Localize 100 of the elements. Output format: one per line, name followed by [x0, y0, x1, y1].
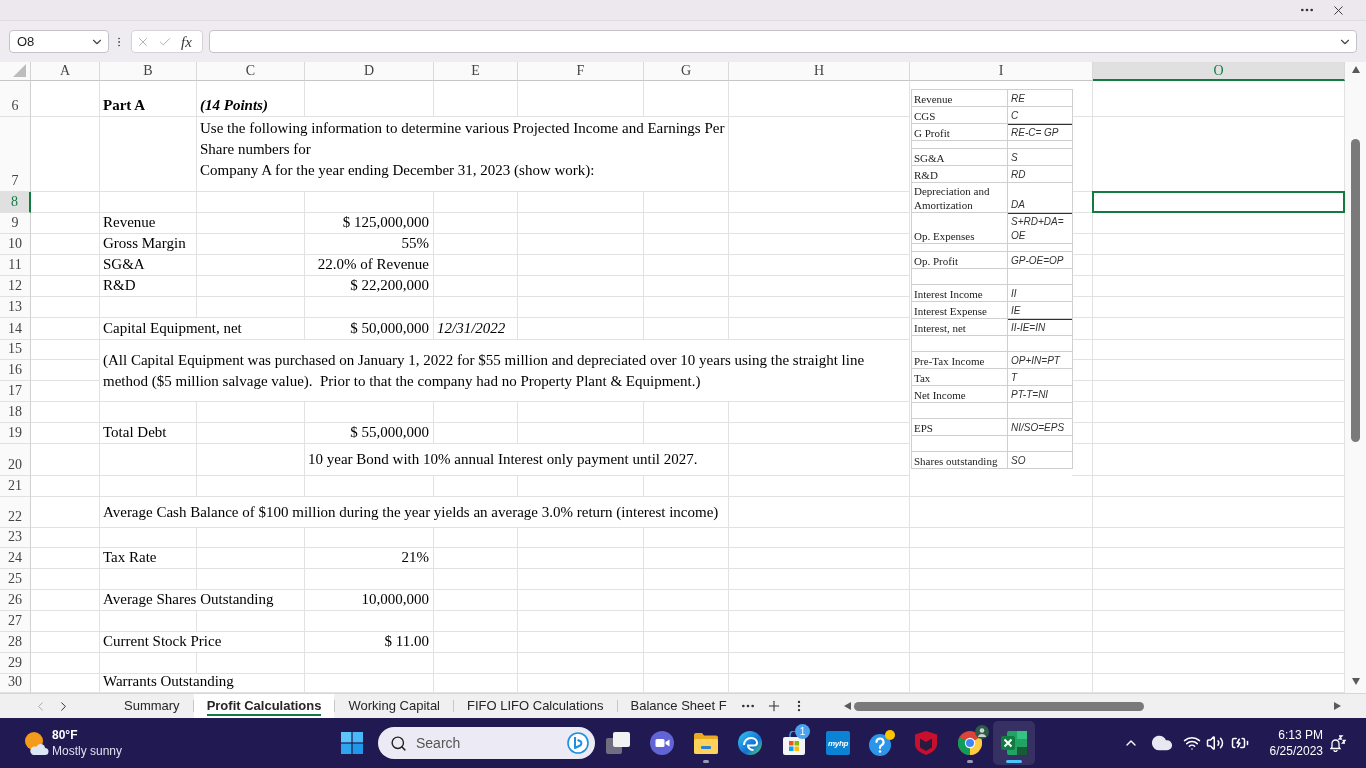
- row-header[interactable]: 29: [0, 653, 31, 674]
- sheet-cell[interactable]: [434, 402, 518, 423]
- sheet-cell[interactable]: [31, 340, 100, 360]
- sheet-cell[interactable]: [910, 653, 1093, 674]
- sheet-cell[interactable]: [1072, 81, 1093, 117]
- sheet-cell[interactable]: [434, 81, 518, 117]
- clock-date[interactable]: 6/25/2023: [1269, 743, 1323, 759]
- sheet-cell[interactable]: [100, 444, 197, 476]
- column-header[interactable]: D: [305, 62, 434, 81]
- row-header[interactable]: 16: [0, 360, 31, 381]
- sheet-cell[interactable]: [518, 611, 644, 632]
- sheet-cell[interactable]: Warrants Outstanding: [100, 674, 305, 693]
- sheet-cell[interactable]: [644, 213, 729, 234]
- sheet-cell[interactable]: [729, 81, 910, 117]
- sheet-cell[interactable]: [31, 653, 100, 674]
- sheet-cell[interactable]: [1093, 297, 1345, 318]
- sheet-cell[interactable]: [1093, 476, 1345, 497]
- sheet-cell[interactable]: [644, 192, 729, 213]
- selected-cell[interactable]: [1092, 191, 1345, 213]
- search-field[interactable]: Search: [378, 727, 595, 759]
- sheet-cell[interactable]: [644, 569, 729, 590]
- sheet-cell[interactable]: [518, 674, 644, 693]
- sheet-cell[interactable]: Average Cash Balance of $100 million during the year yields an average 3.0% return (interest income): [100, 497, 729, 528]
- sheet-cell[interactable]: Use the following information to determine various Projected Income and Earnings Per Share numbers for Company A for the year ending December 31, 2023 (show work):: [197, 117, 729, 192]
- sheet-cell[interactable]: [644, 318, 729, 340]
- row-header[interactable]: 24: [0, 548, 31, 569]
- sheet-cell[interactable]: [100, 117, 197, 192]
- sheet-cell[interactable]: [31, 548, 100, 569]
- row-header[interactable]: 13: [0, 297, 31, 318]
- column-header[interactable]: O: [1093, 62, 1345, 81]
- sheet-cell[interactable]: [910, 590, 1093, 611]
- sheet-cell[interactable]: [31, 192, 100, 213]
- sheet-cell[interactable]: Current Stock Price: [100, 632, 305, 653]
- bell-icon[interactable]: [1330, 734, 1346, 752]
- sheet-cell[interactable]: [100, 402, 197, 423]
- sheet-cell[interactable]: [31, 381, 100, 402]
- sheet-cell[interactable]: [1093, 423, 1345, 444]
- sheet-cell[interactable]: [729, 192, 910, 213]
- sheet-tab[interactable]: Profit Calculations: [193, 694, 335, 718]
- clock-time[interactable]: 6:13 PM: [1278, 727, 1323, 743]
- sheet-cell[interactable]: [305, 653, 434, 674]
- sheet-cell[interactable]: [197, 255, 305, 276]
- sheet-cell[interactable]: [644, 632, 729, 653]
- sheet-cell[interactable]: $ 125,000,000: [305, 213, 434, 234]
- sheet-cell[interactable]: [100, 528, 197, 548]
- sheet-cell[interactable]: [100, 476, 197, 497]
- sheet-cell[interactable]: [729, 569, 910, 590]
- sheet-cell[interactable]: [518, 297, 644, 318]
- row-header[interactable]: 14: [0, 318, 31, 340]
- sheet-cell[interactable]: [1072, 117, 1093, 192]
- sheet-cell[interactable]: [31, 423, 100, 444]
- sheet-cell[interactable]: [100, 297, 197, 318]
- insert-function-button[interactable]: fx: [180, 32, 193, 51]
- sheet-cell[interactable]: $ 55,000,000: [305, 423, 434, 444]
- sheet-cell[interactable]: [100, 653, 197, 674]
- sheet-cell[interactable]: [518, 234, 644, 255]
- row-header[interactable]: 6: [0, 81, 31, 117]
- sheet-cell[interactable]: [1093, 213, 1345, 234]
- sheet-cell[interactable]: [518, 276, 644, 297]
- row-header[interactable]: 21: [0, 476, 31, 497]
- sheet-cell[interactable]: [305, 674, 434, 693]
- sheet-cell[interactable]: [197, 423, 305, 444]
- sheet-cell[interactable]: [644, 611, 729, 632]
- row-header[interactable]: 23: [0, 528, 31, 548]
- sheet-cell[interactable]: 55%: [305, 234, 434, 255]
- sheet-cell[interactable]: SG&A: [100, 255, 197, 276]
- taskbar-app-button[interactable]: [993, 721, 1035, 765]
- sheet-cell[interactable]: 12/31/2022: [434, 318, 518, 340]
- sheet-cell[interactable]: [31, 528, 100, 548]
- volume-icon[interactable]: [1206, 734, 1224, 752]
- sheet-cell[interactable]: [1072, 255, 1093, 276]
- sheet-cell[interactable]: [1093, 497, 1345, 528]
- sheet-cell[interactable]: $ 11.00: [305, 632, 434, 653]
- row-header[interactable]: 9: [0, 213, 31, 234]
- sheet-cell[interactable]: [1093, 318, 1345, 340]
- sheet-cell[interactable]: [305, 402, 434, 423]
- sheet-cell[interactable]: [305, 192, 434, 213]
- sheet-cell[interactable]: [197, 476, 305, 497]
- row-header[interactable]: 12: [0, 276, 31, 297]
- sheet-cell[interactable]: [644, 276, 729, 297]
- sheet-cell[interactable]: [910, 674, 1093, 693]
- sheet-cell[interactable]: [644, 476, 729, 497]
- sheet-cell[interactable]: [729, 234, 910, 255]
- sheet-cell[interactable]: [729, 674, 910, 693]
- sheet-cell[interactable]: [197, 213, 305, 234]
- bubble-logo-icon[interactable]: [567, 732, 589, 754]
- sheet-cell[interactable]: [1093, 381, 1345, 402]
- sheet-cell[interactable]: [644, 81, 729, 117]
- sheet-cell[interactable]: [31, 255, 100, 276]
- sheet-cell[interactable]: [644, 423, 729, 444]
- sheet-cell[interactable]: [729, 528, 910, 548]
- sheet-cell[interactable]: [644, 297, 729, 318]
- row-header[interactable]: 15: [0, 340, 31, 360]
- sheet-cell[interactable]: [644, 548, 729, 569]
- sheet-cell[interactable]: [910, 569, 1093, 590]
- sheet-cell[interactable]: Tax Rate: [100, 548, 197, 569]
- sheet-cell[interactable]: Capital Equipment, net: [100, 318, 305, 340]
- sheet-cell[interactable]: [518, 548, 644, 569]
- sheet-cell[interactable]: [729, 653, 910, 674]
- sheet-cell[interactable]: [729, 402, 910, 423]
